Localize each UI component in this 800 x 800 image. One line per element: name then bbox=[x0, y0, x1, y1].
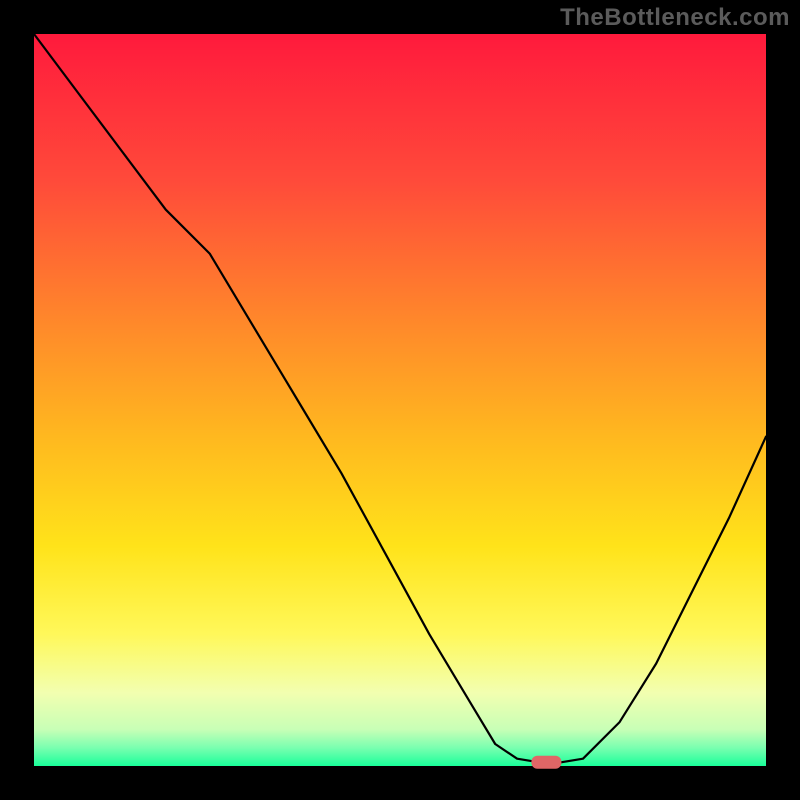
watermark-text: TheBottleneck.com bbox=[560, 4, 790, 32]
optimal-marker bbox=[531, 756, 561, 769]
plot-background bbox=[34, 34, 766, 766]
bottleneck-chart bbox=[0, 0, 800, 800]
chart-container: TheBottleneck.com bbox=[0, 0, 800, 800]
